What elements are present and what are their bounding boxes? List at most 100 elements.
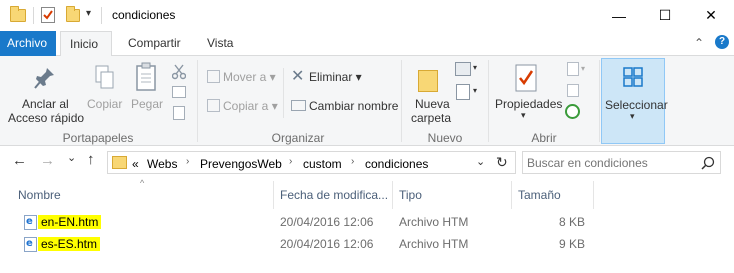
crumb-separator[interactable]: › bbox=[289, 156, 292, 167]
group-portapapeles: Portapapeles bbox=[62, 131, 134, 145]
select-dropdown-icon: ▾ bbox=[630, 111, 635, 121]
group-organizar: Organizar bbox=[271, 131, 325, 145]
divider bbox=[101, 7, 102, 24]
group-divider bbox=[401, 60, 402, 142]
htm-file-icon: e bbox=[24, 215, 37, 230]
search-icon[interactable] bbox=[701, 156, 715, 170]
list-item[interactable]: e en-EN.htm 20/04/2016 12:06 Archivo HTM… bbox=[0, 211, 734, 233]
copy-to-label: Copiar a ▾ bbox=[223, 99, 278, 113]
address-dropdown-button[interactable]: ⌄ bbox=[476, 155, 485, 168]
easy-access-icon[interactable] bbox=[456, 84, 470, 100]
paste-shortcut-icon[interactable] bbox=[173, 106, 185, 120]
new-folder-icon[interactable] bbox=[66, 6, 80, 22]
tab-compartir[interactable]: Compartir bbox=[119, 31, 190, 56]
crumb-custom[interactable]: custom bbox=[303, 157, 342, 171]
open-dropdown-icon[interactable]: ▾ bbox=[581, 64, 585, 73]
ribbon: Anclar al Acceso rápido Copiar Pegar Por… bbox=[0, 56, 734, 146]
open-icon[interactable] bbox=[567, 62, 579, 76]
delete-label: Eliminar ▾ bbox=[309, 70, 362, 84]
column-size[interactable]: Tamaño bbox=[512, 181, 594, 209]
paste-icon bbox=[136, 62, 156, 91]
search-input[interactable] bbox=[527, 155, 697, 170]
properties-icon[interactable] bbox=[41, 7, 55, 23]
pin-label-line2: Acceso rápido bbox=[8, 111, 85, 125]
rename-icon bbox=[291, 100, 306, 111]
new-item-dropdown-icon[interactable]: ▾ bbox=[473, 63, 477, 72]
divider bbox=[283, 68, 284, 118]
tab-archivo[interactable]: Archivo bbox=[0, 31, 56, 56]
quick-access-dropdown[interactable]: ▾ bbox=[86, 8, 91, 19]
properties-large-icon bbox=[515, 64, 537, 92]
crumb-separator[interactable]: › bbox=[186, 156, 189, 167]
address-overflow[interactable]: « bbox=[132, 157, 139, 171]
forward-button[interactable]: → bbox=[40, 152, 55, 169]
title-bar: ▾ condiciones — ☐ ✕ bbox=[0, 0, 734, 31]
divider bbox=[33, 7, 34, 24]
easy-access-dropdown-icon[interactable]: ▾ bbox=[473, 86, 477, 95]
search-box[interactable] bbox=[522, 151, 721, 174]
delete-icon: ✕ bbox=[291, 68, 305, 85]
file-name[interactable]: en-EN.htm bbox=[38, 215, 102, 229]
column-header: ^ Nombre Fecha de modifica... Tipo Tamañ… bbox=[0, 178, 734, 209]
paste-label: Pegar bbox=[131, 97, 164, 111]
crumb-webs[interactable]: Webs bbox=[147, 157, 177, 171]
list-item[interactable]: e es-ES.htm 20/04/2016 12:06 Archivo HTM… bbox=[0, 233, 734, 255]
file-type: Archivo HTM bbox=[399, 237, 469, 251]
pin-label-line1: Anclar al bbox=[22, 97, 69, 111]
crumb-separator[interactable]: › bbox=[351, 156, 354, 167]
move-icon bbox=[207, 70, 220, 83]
ribbon-tabs: Archivo Inicio Compartir Vista ⌃ ? bbox=[0, 31, 734, 57]
edit-icon[interactable] bbox=[567, 84, 579, 97]
cut-icon[interactable] bbox=[172, 64, 186, 80]
minimize-button[interactable]: — bbox=[596, 0, 642, 31]
up-button[interactable]: ↑ bbox=[87, 151, 95, 168]
file-size: 9 KB bbox=[558, 237, 585, 251]
back-button[interactable]: ← bbox=[12, 152, 27, 169]
address-bar[interactable]: « Webs › PrevengosWeb › custom › condici… bbox=[107, 151, 516, 174]
ribbon-collapse-button[interactable]: ⌃ bbox=[694, 36, 704, 50]
properties-label: Propiedades bbox=[495, 97, 563, 111]
help-icon[interactable]: ? bbox=[715, 35, 729, 49]
group-divider bbox=[599, 60, 600, 142]
folder-icon bbox=[112, 156, 127, 169]
select-label: Seleccionar bbox=[605, 98, 668, 112]
tab-inicio[interactable]: Inicio bbox=[60, 31, 112, 57]
group-nuevo: Nuevo bbox=[427, 131, 463, 145]
copy-icon bbox=[95, 65, 114, 89]
pin-icon bbox=[34, 68, 54, 89]
new-folder-label-line2: carpeta bbox=[411, 111, 452, 125]
file-name[interactable]: es-ES.htm bbox=[38, 237, 101, 251]
column-date[interactable]: Fecha de modifica... bbox=[274, 181, 393, 209]
tab-vista[interactable]: Vista bbox=[198, 31, 242, 56]
column-name[interactable]: Nombre bbox=[12, 181, 274, 209]
crumb-prevengosweb[interactable]: PrevengosWeb bbox=[200, 157, 282, 171]
file-date: 20/04/2016 12:06 bbox=[280, 237, 374, 251]
file-date: 20/04/2016 12:06 bbox=[280, 215, 374, 229]
select-grid-icon bbox=[623, 67, 643, 87]
history-icon[interactable] bbox=[565, 104, 580, 119]
recent-locations-button[interactable]: ⌄ bbox=[67, 151, 76, 164]
file-size: 8 KB bbox=[558, 215, 585, 229]
htm-file-icon: e bbox=[24, 237, 37, 252]
group-divider bbox=[197, 60, 198, 142]
move-to-label: Mover a ▾ bbox=[223, 70, 276, 84]
window-title: condiciones bbox=[112, 8, 176, 22]
group-abrir: Abrir bbox=[531, 131, 557, 145]
new-folder-large-icon bbox=[418, 70, 438, 92]
copy-path-icon[interactable] bbox=[172, 86, 186, 98]
refresh-button[interactable]: ↻ bbox=[496, 154, 508, 171]
rename-label: Cambiar nombre bbox=[309, 99, 399, 113]
new-item-icon[interactable] bbox=[455, 62, 471, 76]
folder-icon bbox=[10, 6, 26, 22]
copy-label: Copiar bbox=[87, 97, 123, 111]
properties-dropdown-icon: ▾ bbox=[521, 110, 526, 120]
group-divider bbox=[488, 60, 489, 142]
maximize-button[interactable]: ☐ bbox=[642, 0, 688, 31]
crumb-condiciones[interactable]: condiciones bbox=[365, 157, 428, 171]
select-button[interactable]: Seleccionar ▾ bbox=[601, 58, 668, 144]
close-button[interactable]: ✕ bbox=[688, 0, 734, 31]
new-folder-label-line1: Nueva bbox=[415, 97, 450, 111]
copy-to-icon bbox=[207, 99, 220, 112]
file-type: Archivo HTM bbox=[399, 215, 469, 229]
column-type[interactable]: Tipo bbox=[393, 181, 512, 209]
